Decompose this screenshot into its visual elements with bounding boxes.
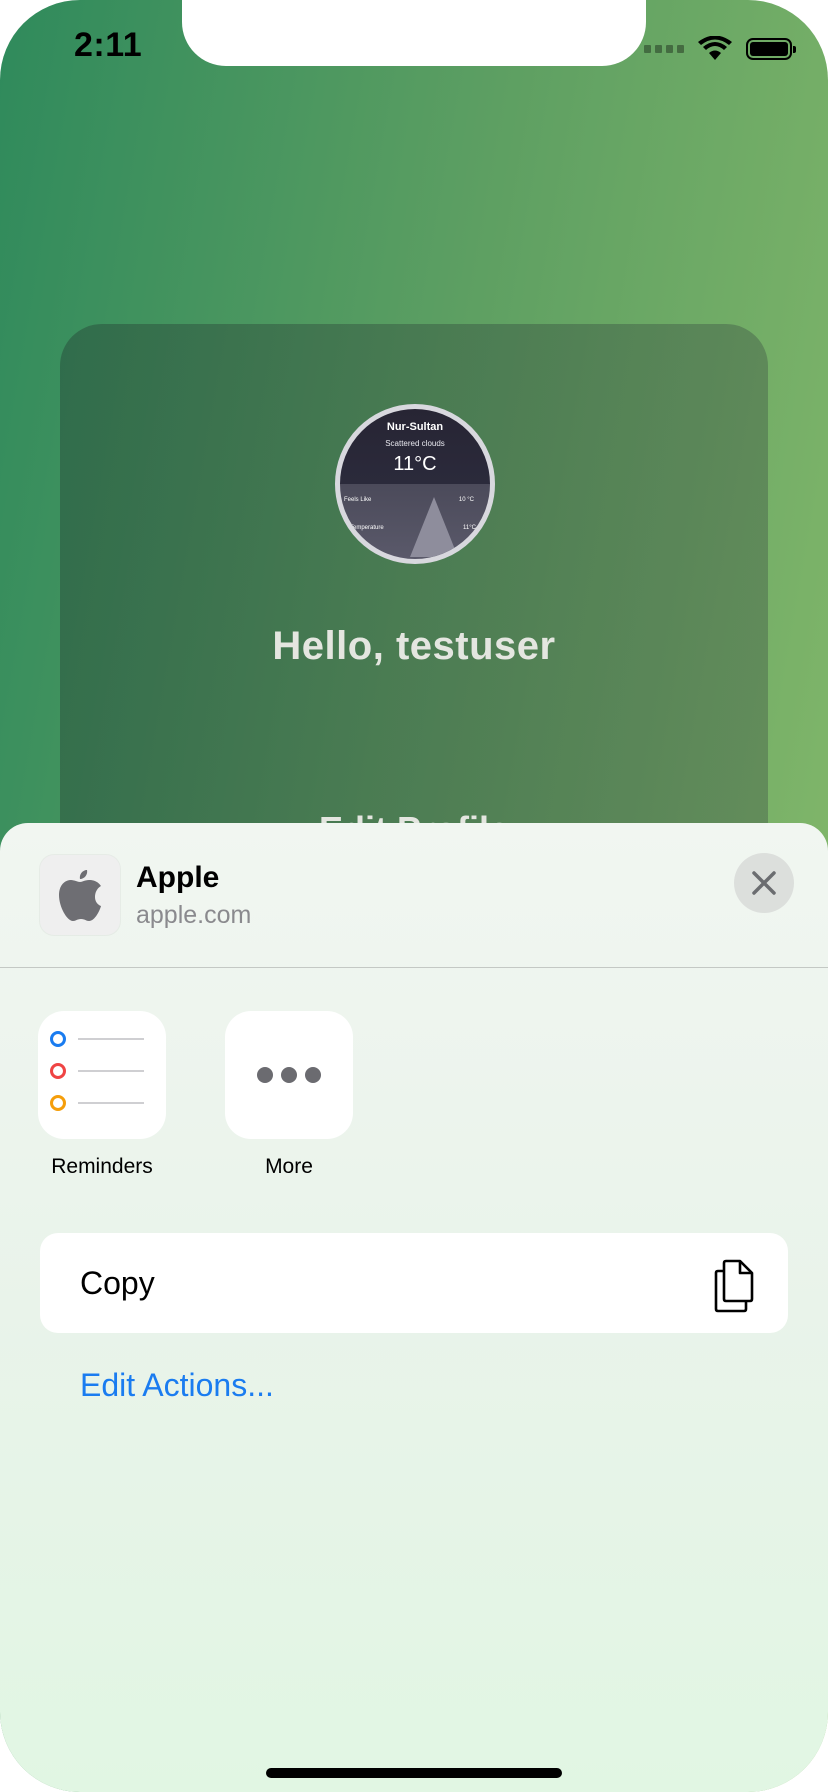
share-sheet: Apple apple.com Reminders More Copy Edit… xyxy=(0,823,828,1792)
edit-actions-link[interactable]: Edit Actions... xyxy=(80,1367,274,1404)
reminder-dot-blue xyxy=(50,1031,66,1047)
share-app-more[interactable]: More xyxy=(225,1011,353,1178)
profile-card: Nur-Sultan Scattered clouds 11°C Feels L… xyxy=(60,324,768,884)
weather-temperature: 11°C xyxy=(393,453,437,475)
apple-logo-icon xyxy=(59,870,101,921)
close-button[interactable] xyxy=(734,853,794,913)
weather-city: Nur-Sultan xyxy=(386,421,444,433)
weather-description: Scattered clouds xyxy=(385,439,445,448)
home-indicator xyxy=(266,1768,562,1778)
divider xyxy=(0,967,828,968)
temperature-value: 11°C xyxy=(463,525,476,531)
reminder-dot-red xyxy=(50,1063,66,1079)
mountain-illustration xyxy=(410,497,458,557)
share-app-reminders[interactable]: Reminders xyxy=(38,1011,166,1178)
share-title: Apple xyxy=(136,861,220,894)
greeting-text: Hello, testuser xyxy=(272,624,556,668)
status-icons xyxy=(644,36,796,62)
wifi-icon xyxy=(698,36,732,60)
feels-like-value: 10 °C xyxy=(458,497,474,503)
feels-like-label: Feels Like xyxy=(344,497,372,503)
share-app-label: More xyxy=(265,1155,313,1178)
screen: 2:11 Nur-Sultan Scattered clouds 11°C Fe… xyxy=(0,0,828,1792)
share-subtitle: apple.com xyxy=(136,901,252,929)
profile-avatar[interactable]: Nur-Sultan Scattered clouds 11°C Feels L… xyxy=(335,404,495,564)
temperature-label: Temperature xyxy=(350,525,384,531)
copy-label: Copy xyxy=(80,1265,155,1301)
more-icon xyxy=(225,1011,353,1139)
copy-action[interactable]: Copy xyxy=(40,1233,788,1333)
reminder-dot-orange xyxy=(50,1095,66,1111)
site-icon xyxy=(40,855,120,935)
close-icon xyxy=(752,871,776,895)
status-time: 2:11 xyxy=(74,26,143,64)
cellular-signal-icon xyxy=(644,45,684,53)
reminders-icon xyxy=(38,1011,166,1139)
copy-icon xyxy=(714,1259,754,1313)
share-app-label: Reminders xyxy=(51,1155,153,1178)
battery-icon xyxy=(746,38,796,60)
notch xyxy=(182,0,646,66)
